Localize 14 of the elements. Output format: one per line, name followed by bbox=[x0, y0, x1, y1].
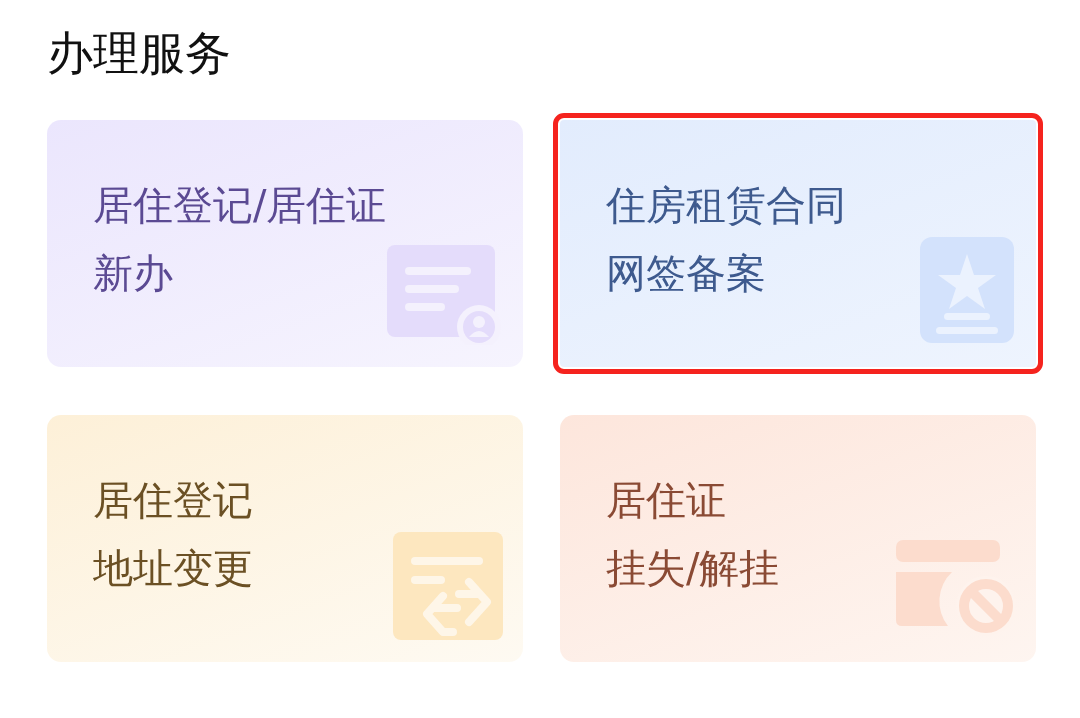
service-label: 新办 bbox=[93, 249, 173, 298]
star-document-icon bbox=[920, 237, 1016, 345]
service-label: 住房租赁合同 bbox=[606, 181, 846, 230]
service-card[interactable]: 居住证 挂失/解挂 bbox=[560, 415, 1036, 662]
service-label: 挂失/解挂 bbox=[606, 544, 780, 593]
service-label: 地址变更 bbox=[93, 544, 253, 593]
service-label: 网签备案 bbox=[606, 249, 766, 298]
service-card[interactable]: 居住登记 地址变更 bbox=[47, 415, 523, 662]
service-label: 居住证 bbox=[606, 476, 726, 525]
service-card[interactable]: 居住登记/居住证 新办 bbox=[47, 120, 523, 367]
service-label: 居住登记/居住证 bbox=[93, 181, 387, 230]
swap-document-icon bbox=[393, 532, 503, 640]
service-label: 居住登记 bbox=[93, 476, 253, 525]
section-title: 办理服务 bbox=[47, 25, 231, 82]
